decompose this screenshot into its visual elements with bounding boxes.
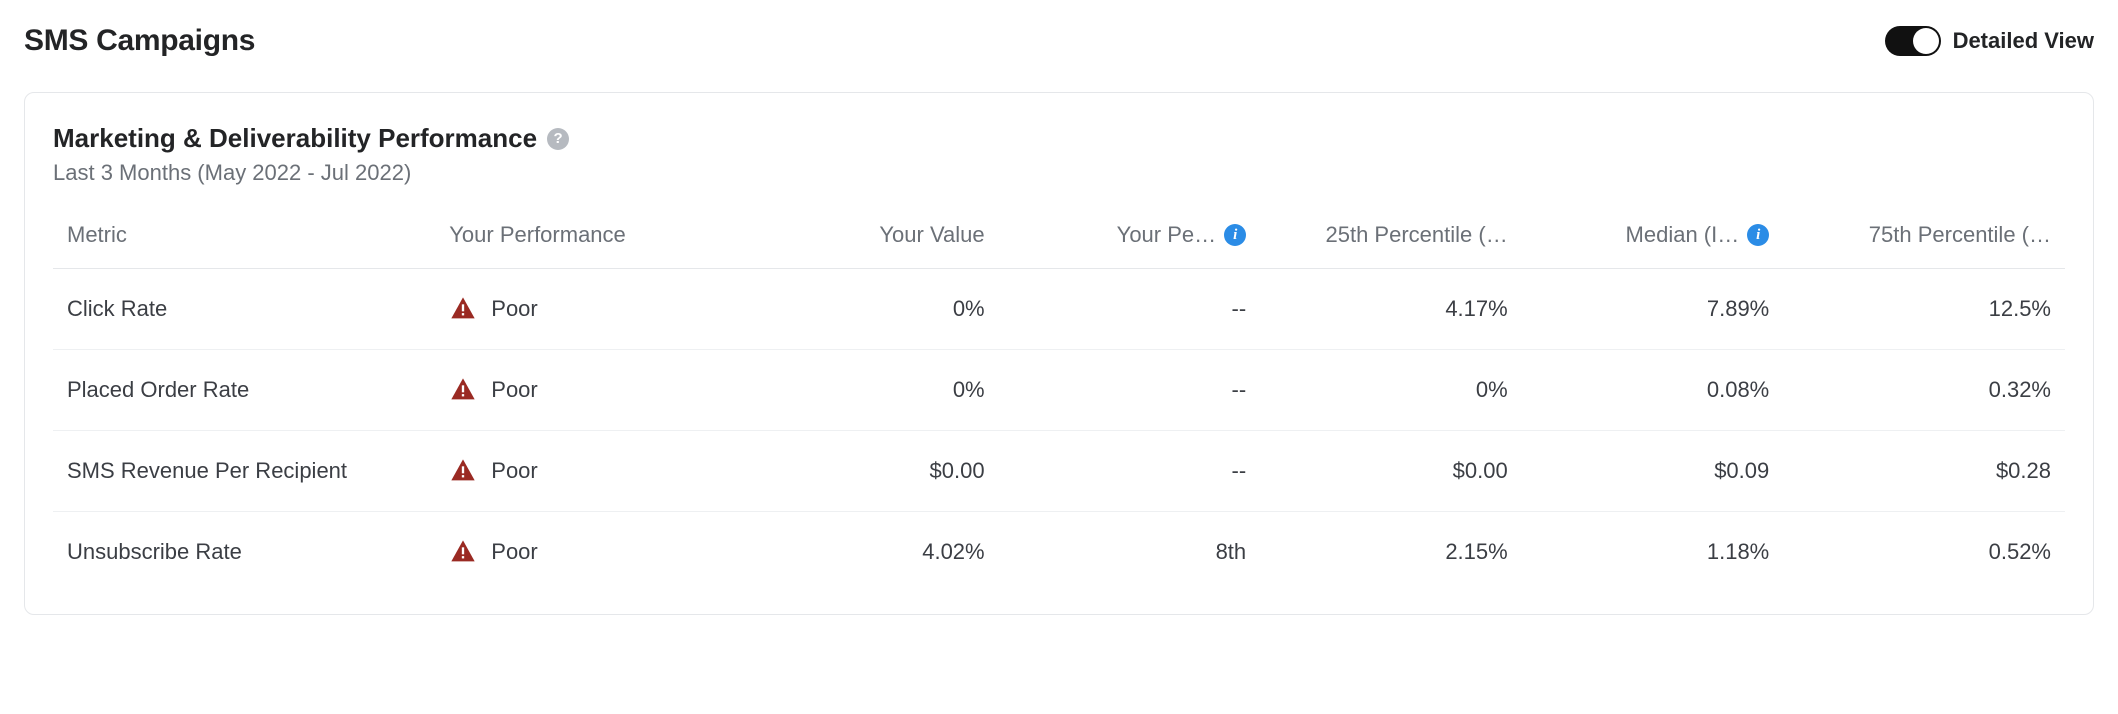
col-header-performance[interactable]: Your Performance (435, 212, 737, 269)
metric-name: Click Rate (53, 269, 435, 350)
your-percentile-cell: 8th (999, 512, 1261, 593)
performance-cell: Poor (435, 350, 737, 431)
help-icon[interactable]: ? (547, 128, 569, 150)
median-cell: 1.18% (1522, 512, 1784, 593)
detailed-view-toggle-label: Detailed View (1953, 28, 2094, 54)
your-value-cell: 0% (737, 269, 999, 350)
performance-label: Poor (491, 377, 537, 403)
col-header-metric-label: Metric (67, 222, 127, 247)
info-icon[interactable]: i (1747, 224, 1769, 246)
warning-icon (449, 376, 477, 404)
median-cell: $0.09 (1522, 431, 1784, 512)
page-title: SMS Campaigns (24, 24, 255, 58)
col-header-75th-percentile[interactable]: 75th Percentile (… (1783, 212, 2065, 269)
col-header-25th-percentile-label: 25th Percentile (… (1326, 222, 1508, 247)
table-row: Click Rate Poor 0%--4.17%7.89%12.5% (53, 269, 2065, 350)
75th-percentile-cell: 0.52% (1783, 512, 2065, 593)
median-cell: 0.08% (1522, 350, 1784, 431)
col-header-your-percentile[interactable]: Your Pe… i (999, 212, 1261, 269)
75th-percentile-cell: $0.28 (1783, 431, 2065, 512)
your-value-cell: $0.00 (737, 431, 999, 512)
your-percentile-cell: -- (999, 350, 1261, 431)
performance-card: Marketing & Deliverability Performance ?… (24, 92, 2094, 615)
col-header-your-percentile-label: Your Pe… (1117, 222, 1216, 248)
25th-percentile-cell: 0% (1260, 350, 1522, 431)
col-header-median-label: Median (I… (1626, 222, 1740, 248)
detailed-view-toggle[interactable] (1885, 26, 1941, 56)
75th-percentile-cell: 12.5% (1783, 269, 2065, 350)
performance-cell: Poor (435, 512, 737, 593)
your-value-cell: 4.02% (737, 512, 999, 593)
your-value-cell: 0% (737, 350, 999, 431)
col-header-metric[interactable]: Metric (53, 212, 435, 269)
table-row: Placed Order Rate Poor0%--0%0.08%0.32% (53, 350, 2065, 431)
warning-icon (449, 295, 477, 323)
performance-cell: Poor (435, 431, 737, 512)
col-header-75th-percentile-label: 75th Percentile (… (1869, 222, 2051, 247)
warning-icon (449, 457, 477, 485)
table-row: Unsubscribe Rate Poor 4.02%8th2.15%1.18%0… (53, 512, 2065, 593)
your-percentile-cell: -- (999, 269, 1261, 350)
performance-cell: Poor (435, 269, 737, 350)
col-header-your-value-label: Your Value (879, 222, 984, 247)
col-header-performance-label: Your Performance (449, 222, 626, 247)
metric-name: Placed Order Rate (53, 350, 435, 431)
detailed-view-toggle-wrap: Detailed View (1885, 26, 2094, 56)
col-header-your-value[interactable]: Your Value (737, 212, 999, 269)
25th-percentile-cell: 2.15% (1260, 512, 1522, 593)
performance-label: Poor (491, 296, 537, 322)
card-title: Marketing & Deliverability Performance (53, 123, 537, 154)
toggle-knob-icon (1913, 28, 1939, 54)
metrics-table: Metric Your Performance Your Value Your … (53, 212, 2065, 592)
card-subtitle: Last 3 Months (May 2022 - Jul 2022) (53, 160, 2065, 186)
metric-name: Unsubscribe Rate (53, 512, 435, 593)
your-percentile-cell: -- (999, 431, 1261, 512)
table-row: SMS Revenue Per Recipient Poor$0.00--$0.… (53, 431, 2065, 512)
median-cell: 7.89% (1522, 269, 1784, 350)
col-header-25th-percentile[interactable]: 25th Percentile (… (1260, 212, 1522, 269)
warning-icon (449, 538, 477, 566)
col-header-median[interactable]: Median (I… i (1522, 212, 1784, 269)
75th-percentile-cell: 0.32% (1783, 350, 2065, 431)
metric-name: SMS Revenue Per Recipient (53, 431, 435, 512)
25th-percentile-cell: $0.00 (1260, 431, 1522, 512)
info-icon[interactable]: i (1224, 224, 1246, 246)
25th-percentile-cell: 4.17% (1260, 269, 1522, 350)
performance-label: Poor (491, 539, 537, 565)
performance-label: Poor (491, 458, 537, 484)
